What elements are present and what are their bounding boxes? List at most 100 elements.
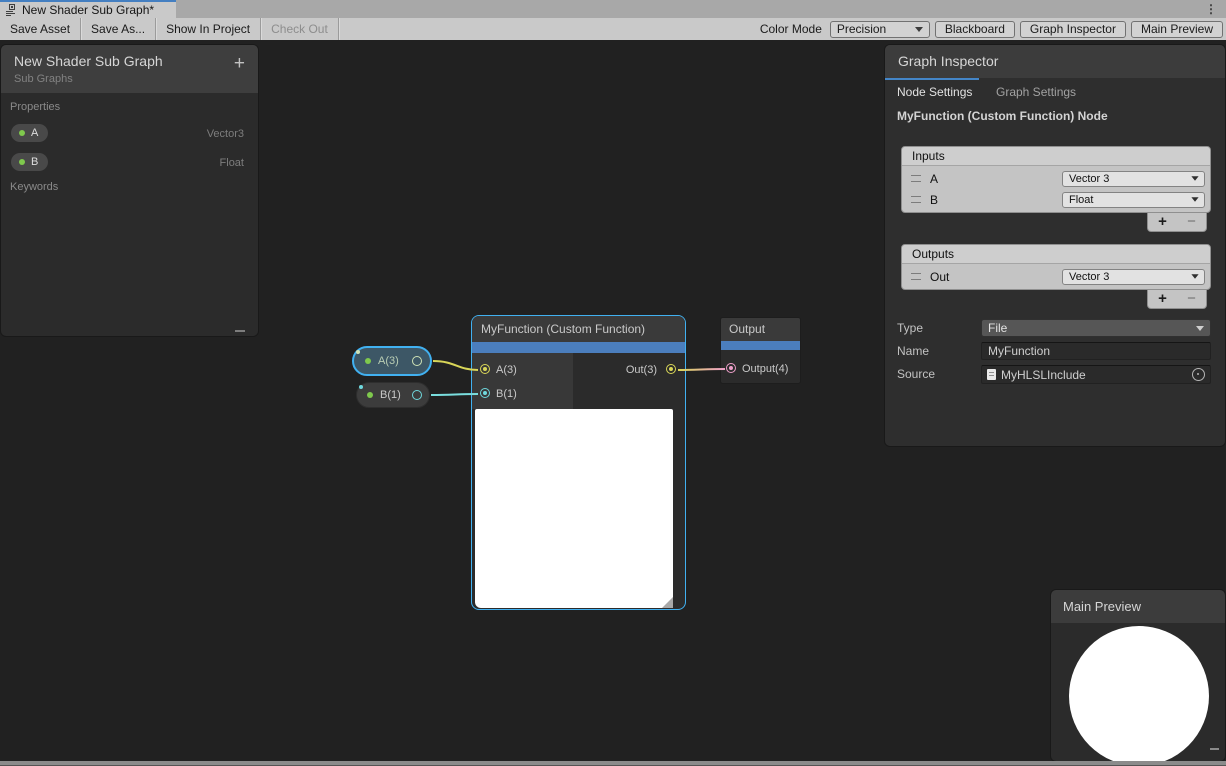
panel-resize-handle[interactable] (1210, 748, 1219, 750)
input-type-dropdown[interactable]: Vector 3 (1062, 171, 1205, 187)
blackboard-header[interactable]: New Shader Sub Graph Sub Graphs + (1, 45, 258, 93)
outputs-list: Outputs Out Vector 3 (901, 244, 1211, 290)
output-node[interactable]: Output Output(4) (720, 317, 801, 384)
edge-b-to-function[interactable] (431, 394, 478, 395)
output-name: Out (930, 270, 949, 284)
outputs-list-body: Out Vector 3 (902, 264, 1210, 289)
input-type-dropdown[interactable]: Float (1062, 192, 1205, 208)
window-bottom-edge (0, 761, 1226, 766)
port-out-icon[interactable] (412, 356, 422, 366)
edge-function-to-output[interactable] (678, 369, 725, 370)
port-in-b-label: B(1) (496, 388, 517, 400)
property-node-b[interactable]: B(1) (356, 382, 430, 408)
exposed-property-dot-icon (367, 392, 373, 398)
drag-handle-icon[interactable] (911, 196, 921, 203)
custom-function-node[interactable]: MyFunction (Custom Function) A(3) B(1) O… (471, 315, 686, 610)
blackboard-panel: New Shader Sub Graph Sub Graphs + Proper… (0, 44, 259, 337)
save-as-button[interactable]: Save As... (81, 18, 155, 40)
graph-inspector-toggle-button[interactable]: Graph Inspector (1020, 21, 1126, 38)
name-input[interactable]: MyFunction (981, 342, 1211, 360)
preview-resize-handle[interactable] (662, 597, 673, 608)
source-object-field[interactable]: MyHLSLInclude (981, 365, 1211, 384)
output-row-out[interactable]: Out Vector 3 (902, 266, 1210, 287)
outputs-list-header: Outputs (902, 245, 1210, 264)
port-out-icon[interactable] (666, 364, 676, 374)
remove-output-button[interactable]: − (1187, 292, 1196, 306)
chevron-down-icon (915, 27, 923, 32)
inputs-list-body: A Vector 3 B Float (902, 166, 1210, 212)
blackboard-property-a[interactable]: A (11, 124, 48, 142)
property-node-label: A(3) (378, 355, 399, 367)
port-in-label: Output(4) (742, 363, 788, 375)
input-name: A (930, 172, 938, 186)
tab-title: New Shader Sub Graph* (22, 3, 154, 17)
name-value: MyFunction (988, 344, 1050, 358)
file-asset-icon (987, 369, 996, 380)
node-title[interactable]: Output (721, 318, 800, 341)
toolbar-left-group: Save Asset Save As... Show In Project Ch… (0, 18, 339, 40)
node-title[interactable]: MyFunction (Custom Function) (472, 316, 685, 342)
input-name: B (930, 193, 938, 207)
toolbar-right-group: Color Mode Precision Blackboard Graph In… (760, 21, 1226, 38)
save-asset-button[interactable]: Save Asset (0, 18, 80, 40)
property-name: B (31, 156, 38, 168)
keywords-section-label: Keywords (10, 181, 58, 193)
type-dropdown[interactable]: File (981, 319, 1211, 337)
output-type-dropdown[interactable]: Vector 3 (1062, 269, 1205, 285)
input-ports-background (472, 353, 573, 409)
input-row-b[interactable]: B Float (902, 189, 1210, 210)
shader-graph-icon (5, 4, 17, 16)
node-port-area: A(3) B(1) Out(3) (472, 353, 685, 409)
window-tab-bar: New Shader Sub Graph* ⋮ (0, 0, 1226, 18)
inspector-title[interactable]: Graph Inspector (885, 45, 1225, 78)
drag-handle-icon[interactable] (911, 175, 921, 182)
port-in-b-icon[interactable] (480, 388, 490, 398)
property-node-a[interactable]: A(3) (352, 346, 432, 376)
remove-input-button[interactable]: − (1187, 215, 1196, 229)
graph-inspector-panel: Graph Inspector Node Settings Graph Sett… (884, 44, 1226, 447)
exposed-property-dot-icon (365, 358, 371, 364)
show-in-project-button[interactable]: Show In Project (156, 18, 260, 40)
port-in-a-label: A(3) (496, 364, 517, 376)
output-type-value: Vector 3 (1069, 271, 1109, 283)
input-row-a[interactable]: A Vector 3 (902, 168, 1210, 189)
drag-handle-icon[interactable] (911, 273, 921, 280)
chevron-down-icon (1191, 197, 1198, 202)
tab-graph-settings[interactable]: Graph Settings (996, 85, 1076, 99)
object-picker-icon[interactable] (1192, 368, 1205, 381)
port-in-icon[interactable] (726, 363, 736, 373)
property-type-label: Float (220, 157, 244, 169)
node-accent-bar (721, 341, 800, 350)
active-tab-indicator (885, 78, 979, 80)
kebab-menu-icon[interactable]: ⋮ (1205, 1, 1217, 17)
add-input-button[interactable]: + (1158, 215, 1167, 229)
color-mode-value: Precision (837, 22, 886, 36)
port-in-a-icon[interactable] (480, 364, 490, 374)
inputs-list-footer: + − (1147, 213, 1207, 232)
blackboard-subtitle: Sub Graphs (14, 73, 73, 85)
input-type-value: Float (1069, 194, 1093, 206)
port-out-label: Out(3) (626, 364, 657, 376)
main-preview-panel: Main Preview (1050, 589, 1226, 762)
check-out-button: Check Out (261, 18, 338, 40)
color-mode-dropdown[interactable]: Precision (830, 21, 930, 38)
panel-resize-handle[interactable] (235, 330, 245, 332)
property-type-label: Vector3 (207, 128, 244, 140)
property-node-label: B(1) (380, 389, 401, 401)
shader-graph-toolbar: Save Asset Save As... Show In Project Ch… (0, 18, 1226, 40)
node-preview-image (475, 409, 673, 608)
add-output-button[interactable]: + (1158, 292, 1167, 306)
tab-node-settings[interactable]: Node Settings (897, 85, 972, 99)
add-property-button[interactable]: + (234, 54, 245, 74)
blackboard-property-b[interactable]: B (11, 153, 48, 171)
main-preview-title[interactable]: Main Preview (1051, 590, 1225, 623)
chevron-down-icon (1196, 326, 1204, 331)
port-out-icon[interactable] (412, 390, 422, 400)
exposed-property-dot-icon (19, 159, 25, 165)
outputs-list-footer: + − (1147, 290, 1207, 309)
exposed-property-dot-icon (19, 130, 25, 136)
blackboard-title: New Shader Sub Graph (14, 53, 163, 69)
main-preview-toggle-button[interactable]: Main Preview (1131, 21, 1223, 38)
tab-shader-sub-graph[interactable]: New Shader Sub Graph* (0, 0, 176, 18)
blackboard-toggle-button[interactable]: Blackboard (935, 21, 1015, 38)
